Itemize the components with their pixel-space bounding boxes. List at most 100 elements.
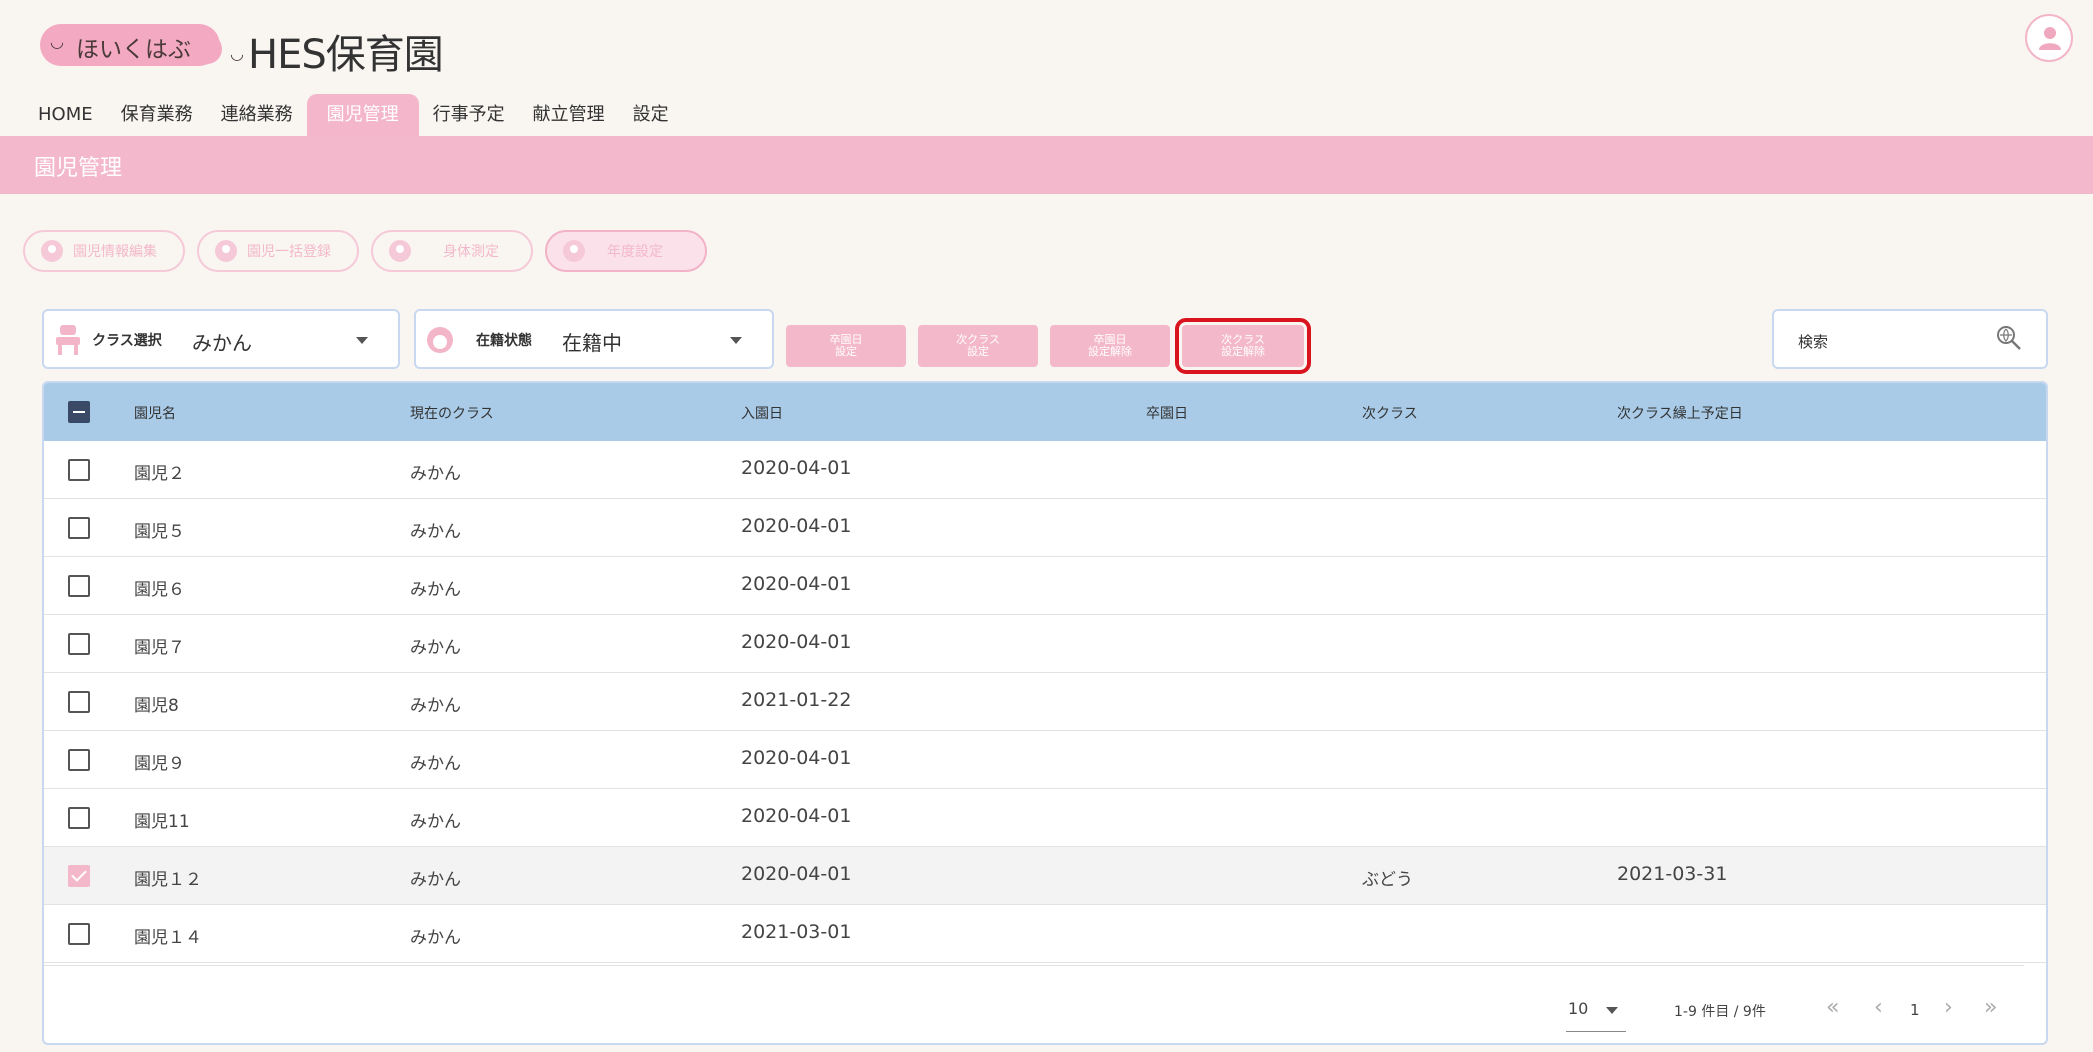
child-name: 園児７: [134, 638, 185, 658]
enrolled-date: 2020-04-01: [741, 747, 852, 769]
row-checkbox[interactable]: [68, 691, 90, 713]
site-title: HES保育園: [248, 32, 444, 78]
set-next-class-button[interactable]: 次クラス 設定: [918, 325, 1038, 367]
row-checkbox[interactable]: [68, 459, 90, 481]
column-header-current-class[interactable]: 現在のクラス: [410, 403, 494, 423]
table-row[interactable]: 園児６ みかん 2020-04-01: [44, 557, 2046, 615]
table-row[interactable]: 園児11 みかん 2020-04-01: [44, 789, 2046, 847]
current-class: みかん: [410, 870, 461, 890]
column-header-name[interactable]: 園児名: [134, 403, 176, 423]
row-checkbox[interactable]: [68, 517, 90, 539]
row-checkbox[interactable]: [68, 807, 90, 829]
edit-child-info-label: 園児情報編集: [73, 244, 157, 260]
enrolled-date: 2020-04-01: [741, 863, 852, 885]
clear-next-class-line2: 設定解除: [1221, 345, 1265, 358]
enrolled-date: 2020-04-01: [741, 805, 852, 827]
prev-page-icon[interactable]: ‹: [1874, 995, 1883, 1020]
nav-item[interactable]: 献立管理: [519, 94, 619, 136]
current-class: みかん: [410, 580, 461, 600]
enrolled-date: 2020-04-01: [741, 631, 852, 653]
table-row[interactable]: 園児１４ みかん 2021-03-01: [44, 905, 2046, 963]
enrollment-status-select[interactable]: 在籍状態 在籍中: [414, 309, 774, 369]
main-nav: HOME 保育業務 連絡業務 園児管理 行事予定 献立管理 設定: [24, 94, 683, 136]
table-footer: 10 1-9 件目 / 9件 « ‹ 1 › »: [44, 965, 2046, 1043]
nav-item[interactable]: 設定: [619, 94, 683, 136]
user-icon: [2039, 27, 2061, 50]
nav-item[interactable]: 行事予定: [419, 94, 519, 136]
table-row[interactable]: 園児１２ みかん 2020-04-01 ぶどう 2021-03-31: [44, 847, 2046, 905]
current-page[interactable]: 1: [1910, 1001, 1920, 1019]
search-icon[interactable]: [1996, 325, 2022, 351]
next-class-date: 2021-03-31: [1617, 863, 1728, 885]
chevron-down-icon: [356, 337, 368, 344]
chevron-down-icon[interactable]: [1606, 1007, 1618, 1014]
pagination-range: 1-9 件目 / 9件: [1674, 1004, 1766, 1020]
first-page-icon[interactable]: «: [1826, 995, 1839, 1020]
group-icon: [215, 240, 237, 262]
column-header-next-class[interactable]: 次クラス: [1362, 403, 1418, 423]
last-page-icon[interactable]: »: [1984, 995, 1997, 1020]
table-row[interactable]: 園児２ みかん 2020-04-01: [44, 441, 2046, 499]
enrolled-date: 2021-01-22: [741, 689, 852, 711]
footer-divider: [44, 965, 2024, 966]
row-checkbox[interactable]: [68, 749, 90, 771]
row-checkbox[interactable]: [68, 575, 90, 597]
next-page-icon[interactable]: ›: [1944, 995, 1953, 1020]
child-name: 園児５: [134, 522, 185, 542]
bulk-register-button[interactable]: 園児一括登録: [197, 230, 359, 272]
clear-graduation-date-button[interactable]: 卒園日 設定解除: [1050, 325, 1170, 367]
status-select-value: 在籍中: [562, 331, 622, 355]
class-select[interactable]: クラス選択 みかん: [42, 309, 400, 369]
search-input[interactable]: 検索: [1798, 331, 1828, 352]
app-logo[interactable]: ◡ ほいくはぶ ◡: [40, 22, 244, 68]
rows-per-page-underline: [1566, 1031, 1626, 1032]
child-name: 園児１４: [134, 928, 202, 948]
child-name: 園児２: [134, 464, 185, 484]
select-all-checkbox[interactable]: [68, 401, 90, 423]
row-checkbox[interactable]: [68, 923, 90, 945]
measure-icon: [389, 240, 411, 262]
column-header-next-class-date[interactable]: 次クラス繰上予定日: [1617, 403, 1743, 423]
enrolled-date: 2020-04-01: [741, 573, 852, 595]
rows-per-page-select[interactable]: 10: [1568, 999, 1588, 1018]
set-next-class-line2: 設定: [967, 345, 989, 358]
table-row[interactable]: 園児8 みかん 2021-01-22: [44, 673, 2046, 731]
nav-item[interactable]: 連絡業務: [207, 94, 307, 136]
logo-face-icon: ◡: [230, 44, 244, 63]
class-chair-icon: [56, 325, 80, 355]
clear-graduation-date-line2: 設定解除: [1088, 345, 1132, 358]
nav-item[interactable]: HOME: [24, 94, 107, 136]
current-class: みかん: [410, 638, 461, 658]
current-class: みかん: [410, 696, 461, 716]
column-header-enrolled[interactable]: 入園日: [741, 403, 783, 423]
body-measurement-button[interactable]: 身体測定: [371, 230, 533, 272]
table-row[interactable]: 園児７ みかん 2020-04-01: [44, 615, 2046, 673]
clear-next-class-button[interactable]: 次クラス 設定解除: [1175, 318, 1311, 374]
fiscal-year-settings-button[interactable]: 年度設定: [545, 230, 707, 272]
enrolled-date: 2021-03-01: [741, 921, 852, 943]
current-class: みかん: [410, 464, 461, 484]
chevron-down-icon: [730, 337, 742, 344]
nav-item[interactable]: 園児管理: [306, 94, 419, 136]
child-name: 園児６: [134, 580, 185, 600]
enrolled-date: 2020-04-01: [741, 457, 852, 479]
user-avatar-button[interactable]: [2025, 14, 2073, 62]
search-box[interactable]: 検索: [1772, 309, 2048, 369]
page-title: 園児管理: [34, 156, 123, 181]
children-table: 園児名 現在のクラス 入園日 卒園日 次クラス 次クラス繰上予定日 園児２ みかん…: [42, 381, 2048, 1045]
page-title-band: 園児管理: [0, 136, 2093, 194]
set-graduation-date-button[interactable]: 卒園日 設定: [786, 325, 906, 367]
table-row[interactable]: 園児９ みかん 2020-04-01: [44, 731, 2046, 789]
edit-child-info-button[interactable]: 園児情報編集: [23, 230, 185, 272]
table-header: 園児名 現在のクラス 入園日 卒園日 次クラス 次クラス繰上予定日: [44, 383, 2046, 441]
current-class: みかん: [410, 812, 461, 832]
row-checkbox[interactable]: [68, 865, 90, 887]
current-class: みかん: [410, 754, 461, 774]
column-header-graduated[interactable]: 卒園日: [1146, 403, 1188, 423]
nav-item[interactable]: 保育業務: [107, 94, 207, 136]
class-select-label: クラス選択: [92, 333, 162, 349]
table-row[interactable]: 園児５ みかん 2020-04-01: [44, 499, 2046, 557]
status-select-label: 在籍状態: [476, 333, 532, 349]
row-checkbox[interactable]: [68, 633, 90, 655]
body-measurement-label: 身体測定: [443, 244, 499, 260]
